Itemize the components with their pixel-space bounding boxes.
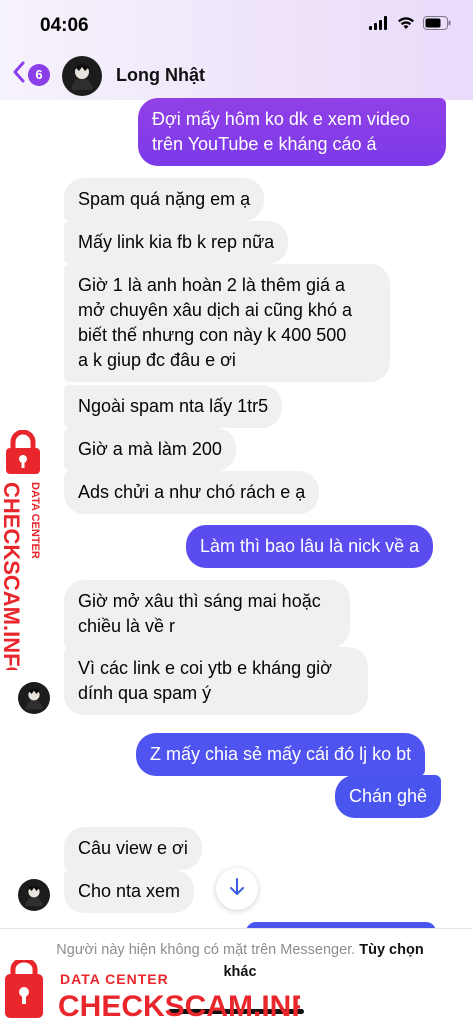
message-bubble-out[interactable]: Làm thì bao lâu là nick về a [186,525,434,568]
arrow-down-icon [229,877,245,901]
status-bar: 04:06 [0,0,473,50]
message-bubble-in[interactable]: Ngoài spam nta lấy 1tr5 [64,385,283,428]
message-bubble-in[interactable]: Câu view e ơi [64,827,202,870]
chat-header: 6 Long Nhật [0,50,473,100]
avatar[interactable] [18,682,50,719]
chevron-left-icon [12,60,26,89]
scroll-to-bottom-button[interactable] [216,868,258,910]
message-bubble-in[interactable]: Vì các link e coi ytb e kháng giờ dính q… [64,647,368,715]
watermark-vertical: CHECKSCAM.INFO DATA CENTER [0,429,46,684]
watermark-large-vertical: CHECKSCAM.INFO [2,482,24,670]
message-bubble-out[interactable]: Chán ghê [335,775,442,818]
wifi-icon [397,16,415,35]
unread-badge: 6 [28,63,50,86]
message-bubble-in[interactable]: Giờ 1 là anh hoàn 2 là thêm giá a mở chu… [64,264,390,382]
watermark-small-vertical: DATA CENTER [29,482,41,559]
signal-icon [369,16,389,35]
message-bubble-out[interactable]: Đợi mấy hôm ko dk e xem video trên YouTu… [138,98,446,166]
footer-notice-text: Người này hiện không có mặt trên Messeng… [56,942,356,958]
watermark-large: CHECKSCAM.INFO [58,990,300,1023]
watermark-small: DATA CENTER [60,971,169,987]
message-bubble-in[interactable]: Mấy link kia fb k rep nữa [64,221,289,264]
avatar[interactable] [18,879,50,916]
contact-name[interactable]: Long Nhật [116,65,205,86]
message-bubble-in[interactable]: Ads chửi a như chó rách e ạ [64,471,320,514]
battery-icon [423,16,451,35]
message-bubble-in[interactable]: Giờ mở xâu thì sáng mai hoặc chiều là về… [64,580,350,648]
avatar[interactable] [62,56,102,101]
message-bubble-out[interactable]: Z mấy chia sẻ mấy cái đó lj ko bt [136,733,426,776]
message-bubble-in[interactable]: Cho nta xem [64,870,195,913]
message-bubble-in[interactable]: Giờ a mà làm 200 [64,428,236,471]
status-icons [369,16,451,35]
watermark-bottom: DATA CENTER CHECKSCAM.INFO [0,957,333,1024]
status-time: 04:06 [40,15,89,36]
back-button[interactable]: 6 [12,60,50,89]
message-bubble-in[interactable]: Spam quá nặng em ạ [64,178,265,221]
